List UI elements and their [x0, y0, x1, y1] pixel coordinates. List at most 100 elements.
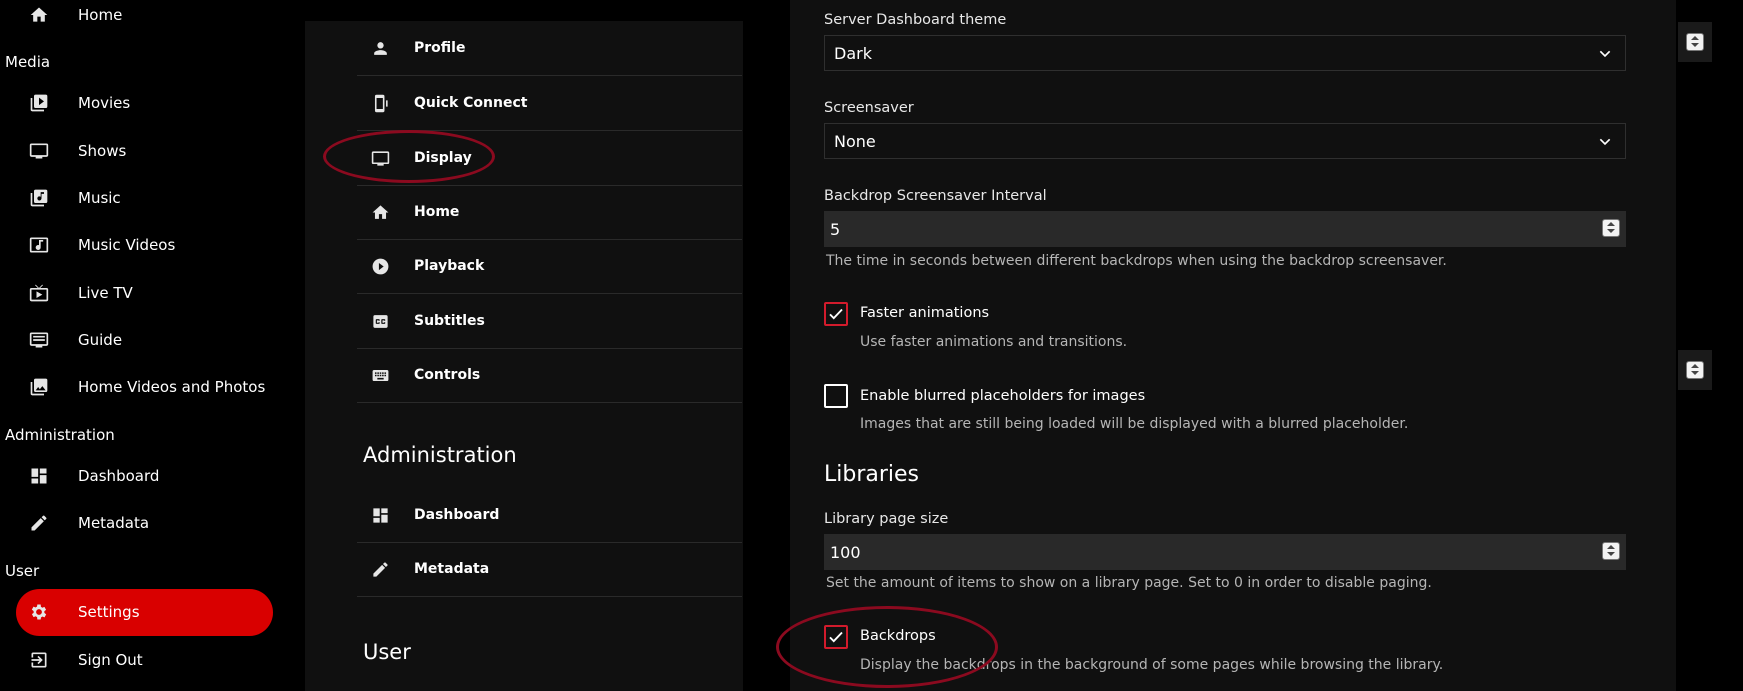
nav-label: Dashboard [78, 467, 160, 485]
nav-dashboard[interactable]: Dashboard [28, 456, 159, 496]
chevron-down-icon [1599, 138, 1611, 146]
faster-animations-checkbox[interactable] [824, 302, 848, 326]
play-circle-icon [369, 255, 391, 277]
backdrops-checkbox[interactable] [824, 625, 848, 649]
nav-admin-heading: Administration [5, 426, 115, 444]
settings-menu: Profile Quick Connect Display Home Playb… [305, 21, 743, 691]
nav-label: Movies [78, 94, 131, 112]
interval-label: Backdrop Screensaver Interval [824, 188, 1047, 204]
interval-input[interactable]: 5 [824, 211, 1626, 247]
menu-admin-heading: Administration [363, 443, 517, 467]
dashboard-theme-label: Server Dashboard theme [824, 12, 1007, 28]
screensaver-label: Screensaver [824, 100, 914, 116]
home-icon [28, 4, 50, 26]
nav-label: Live TV [78, 284, 133, 302]
nav-movies[interactable]: Movies [28, 83, 130, 123]
blurred-placeholders-help: Images that are still being loaded will … [860, 416, 1409, 432]
menu-display[interactable]: Display [357, 131, 742, 186]
nav-home[interactable]: Home [28, 0, 122, 35]
dashboard-icon [28, 465, 50, 487]
faster-animations-label: Faster animations [860, 305, 990, 321]
nav-home-label: Home [78, 6, 123, 24]
nav-sign-out[interactable]: Sign Out [28, 640, 143, 680]
music-video-icon [28, 234, 50, 256]
faster-animations-help: Use faster animations and transitions. [860, 334, 1128, 350]
menu-controls[interactable]: Controls [357, 348, 742, 403]
menu-label: Display [414, 150, 472, 166]
menu-label: Playback [414, 258, 485, 274]
nav-media-heading: Media [5, 53, 51, 71]
backdrops-label: Backdrops [860, 628, 936, 644]
nav-music[interactable]: Music [28, 178, 121, 218]
guide-icon [28, 329, 50, 351]
menu-label: Controls [414, 367, 481, 383]
menu-label: Dashboard [414, 507, 500, 523]
nav-label: Guide [78, 331, 123, 349]
monitor-icon [369, 147, 391, 169]
menu-label: Subtitles [414, 313, 485, 329]
menu-quick-connect[interactable]: Quick Connect [357, 76, 742, 131]
library-page-size-label: Library page size [824, 511, 949, 527]
spinner-arrows-icon[interactable] [1602, 219, 1620, 237]
side-scroll-control[interactable] [1678, 22, 1712, 62]
nav-user-heading: User [5, 562, 40, 580]
gear-icon [28, 601, 50, 623]
menu-profile[interactable]: Profile [357, 21, 742, 76]
screensaver-value: None [834, 131, 876, 151]
library-page-size-input[interactable]: 100 [824, 534, 1626, 570]
menu-label: Quick Connect [414, 95, 528, 111]
library-page-size-value: 100 [830, 542, 861, 562]
spinner-arrows-icon[interactable] [1686, 361, 1704, 379]
nav-shows[interactable]: Shows [28, 131, 126, 171]
live-tv-icon [28, 282, 50, 304]
spinner-arrows-icon[interactable] [1686, 33, 1704, 51]
main-drawer: Home Media Movies Shows Music Music Vide… [0, 0, 305, 691]
screensaver-select[interactable]: None [824, 123, 1626, 159]
menu-label: Metadata [414, 561, 490, 577]
nav-label: Home Videos and Photos [78, 378, 266, 396]
blurred-placeholders-checkbox[interactable] [824, 384, 848, 408]
dashboard-icon [369, 504, 391, 526]
checkmark-icon [829, 308, 843, 320]
edit-icon [369, 558, 391, 580]
keyboard-icon [369, 364, 391, 386]
music-library-icon [28, 187, 50, 209]
dashboard-theme-select[interactable]: Dark [824, 35, 1626, 71]
checkmark-icon [829, 631, 843, 643]
menu-home[interactable]: Home [357, 185, 742, 240]
libraries-heading: Libraries [824, 462, 920, 487]
nav-music-videos[interactable]: Music Videos [28, 225, 175, 265]
chevron-down-icon [1599, 50, 1611, 58]
nav-metadata[interactable]: Metadata [28, 503, 149, 543]
nav-live-tv[interactable]: Live TV [28, 273, 133, 313]
sign-out-icon [28, 649, 50, 671]
menu-user-heading: User [363, 640, 411, 664]
nav-settings[interactable]: Settings [28, 592, 140, 632]
phone-link-icon [369, 92, 391, 114]
interval-value: 5 [830, 219, 841, 239]
menu-dashboard[interactable]: Dashboard [357, 488, 742, 543]
blurred-placeholders-label: Enable blurred placeholders for images [860, 388, 1146, 404]
dashboard-theme-value: Dark [834, 43, 872, 63]
tv-icon [28, 140, 50, 162]
movies-icon [28, 92, 50, 114]
person-icon [369, 37, 391, 59]
spinner-arrows-icon[interactable] [1602, 542, 1620, 560]
nav-label: Metadata [78, 514, 150, 532]
home-icon [369, 201, 391, 223]
closed-caption-icon [369, 310, 391, 332]
nav-label: Sign Out [78, 651, 143, 669]
interval-help: The time in seconds between different ba… [826, 253, 1447, 269]
menu-subtitles[interactable]: Subtitles [357, 294, 742, 349]
library-page-size-help: Set the amount of items to show on a lib… [826, 575, 1432, 591]
display-settings-panel: Server Dashboard theme Dark Screensaver … [790, 0, 1676, 691]
nav-label: Music Videos [78, 236, 176, 254]
menu-metadata[interactable]: Metadata [357, 542, 742, 597]
nav-guide[interactable]: Guide [28, 320, 122, 360]
menu-label: Profile [414, 40, 466, 56]
menu-playback[interactable]: Playback [357, 239, 742, 294]
edit-icon [28, 512, 50, 534]
nav-label: Settings [78, 603, 140, 621]
nav-home-videos[interactable]: Home Videos and Photos [28, 367, 265, 407]
side-scroll-control[interactable] [1678, 350, 1712, 390]
